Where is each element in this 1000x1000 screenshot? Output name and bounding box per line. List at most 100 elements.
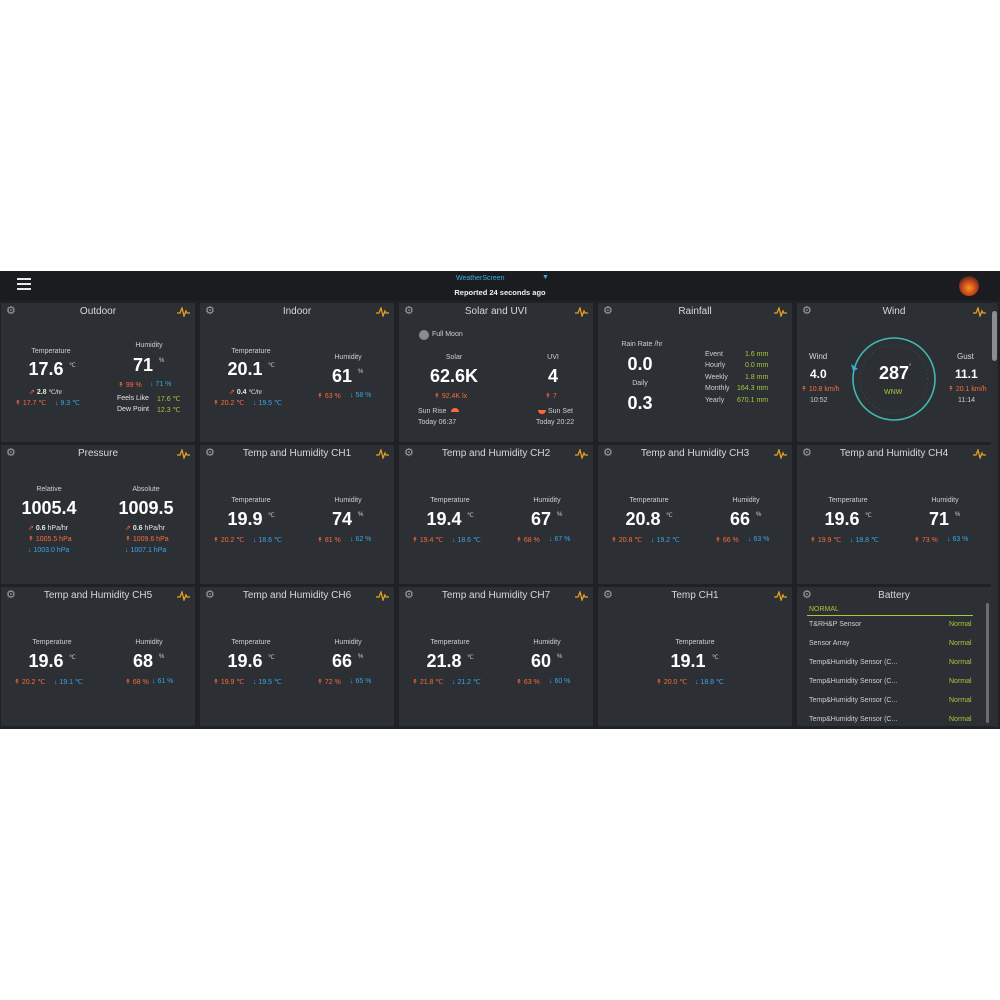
temp-trend: ⇗ 2.8 ℃/hr (29, 389, 63, 396)
temp-high: ↟ 20.8 ℃ (611, 537, 643, 544)
pulse-icon[interactable] (774, 591, 787, 601)
humidity-low: ↓ 71 % (150, 381, 172, 388)
sunrise-icon (451, 408, 459, 412)
temp-label: Temperature (32, 639, 72, 646)
daily-label: Daily (632, 380, 648, 387)
card-title: Temp and Humidity CH4 (839, 448, 949, 459)
wind-high-time: 10:52 (810, 397, 828, 404)
pulse-icon[interactable] (575, 449, 588, 459)
humidity-high: ↟ 66 % (715, 537, 739, 544)
rain-row-value: 164.3 mm (737, 385, 769, 392)
temp-low: ↓ 19.1 ℃ (54, 679, 83, 686)
chevron-down-icon[interactable]: ▼ (542, 274, 549, 281)
humidity-label: Humidity (135, 639, 163, 646)
gust-label: Gust (957, 352, 974, 361)
humidity-unit: % (358, 654, 364, 660)
temp-label: Temperature (231, 639, 271, 646)
channel-card-ch3: ⚙ Temp and Humidity CH3 Temperature 20.8… (598, 445, 792, 584)
humidity-unit: % (557, 654, 563, 660)
pulse-icon[interactable] (376, 591, 389, 601)
temp-high: ↟ 20.0 ℃ (656, 679, 688, 686)
humidity-label: Humidity (135, 342, 163, 349)
humidity-low: ↓ 62 % (350, 536, 372, 543)
wind-direction: 287 (878, 363, 910, 383)
rainfall-card: ⚙ Rainfall Rain Rate /hr 0.0 Daily 0.3 E… (598, 303, 792, 442)
rain-row-value: 1.8 mm (745, 374, 769, 381)
card-title: Wind (882, 306, 906, 317)
card-title: Temp and Humidity CH5 (43, 590, 153, 601)
pulse-icon[interactable] (774, 307, 787, 317)
channel-card-ch7: ⚙ Temp and Humidity CH7 Temperature 21.8… (399, 587, 593, 726)
card-title: Rainfall (678, 306, 712, 317)
humidity-high: ↟ 68 % (516, 537, 540, 544)
temp-unit: ℃ (268, 655, 275, 661)
temp-low: ↓ 18.8 ℃ (850, 537, 879, 544)
relative-trend: ⇗ 0.6 hPa/hr (28, 525, 69, 532)
temp-label: Temperature (231, 348, 271, 355)
temp-value: 17.6 (28, 359, 64, 379)
humidity-low: ↓ 61 % (152, 678, 174, 685)
temp-value: 19.4 (426, 509, 462, 529)
pulse-icon[interactable] (973, 307, 986, 317)
solar-uvi-card: ⚙ Solar and UVI Full Moon Solar 62.6K ↟ … (399, 303, 593, 442)
page-scrollbar[interactable] (991, 303, 998, 727)
humidity-high: ↟ 81 % (317, 537, 341, 544)
pulse-icon[interactable] (973, 449, 986, 459)
relative-value: 1005.4 (21, 498, 77, 518)
humidity-label: Humidity (334, 497, 362, 504)
feels-like-label: Feels Like (117, 395, 149, 402)
temp-unit: ℃ (268, 513, 275, 519)
page-scrollbar-thumb[interactable] (992, 311, 997, 361)
battery-sensor-status: Normal (949, 678, 972, 685)
trend-icon: ⇗ (28, 525, 34, 532)
temp-low: ↓ 9.3 ℃ (55, 400, 80, 407)
pulse-icon[interactable] (177, 307, 190, 317)
temp-low: ↓ 21.2 ℃ (452, 679, 481, 686)
card-title: Temp and Humidity CH1 (242, 448, 352, 459)
temp-low: ↓ 19.5 ℃ (253, 400, 282, 407)
station-selector[interactable]: WeatherScreen (456, 275, 505, 282)
battery-scrollbar[interactable] (986, 603, 989, 723)
pulse-icon[interactable] (376, 307, 389, 317)
humidity-high: ↟ 63 % (317, 393, 341, 400)
humidity-high: ↟ 68 % (125, 679, 149, 686)
humidity-label: Humidity (931, 497, 959, 504)
temp-unit: ℃ (69, 655, 76, 661)
pulse-icon[interactable] (177, 591, 190, 601)
pulse-icon[interactable] (376, 449, 389, 459)
card-title: Temp CH1 (671, 590, 719, 601)
battery-sensor-name: Temp&Humidity Sensor (C... (809, 716, 898, 723)
channel-card-ch5: ⚙ Temp and Humidity CH5 Temperature 19.6… (1, 587, 195, 726)
battery-sensor-status: Normal (949, 716, 972, 723)
temp-high: ↟ 19.9 ℃ (213, 679, 245, 686)
reported-status: Reported 24 seconds ago (454, 288, 546, 297)
pulse-icon[interactable] (575, 591, 588, 601)
avatar[interactable] (959, 276, 979, 296)
pulse-icon[interactable] (177, 449, 190, 459)
temp-low: ↓ 18.6 ℃ (452, 537, 481, 544)
sunset-label: Sun Set (548, 408, 573, 415)
sunrise-time: Today 06:37 (418, 419, 457, 426)
pulse-icon[interactable] (575, 307, 588, 317)
humidity-low: ↓ 65 % (350, 678, 372, 685)
temp-value: 19.6 (824, 509, 860, 529)
temp-high: ↟ 19.4 ℃ (412, 537, 444, 544)
humidity-high: ↟ 72 % (317, 679, 341, 686)
battery-sensor-name: T&RH&P Sensor (809, 621, 862, 628)
sunrise-label: Sun Rise (418, 408, 447, 415)
gust-speed: 11.1 (955, 367, 978, 381)
rain-row-label: Yearly (705, 397, 725, 404)
humidity-unit: % (358, 369, 364, 375)
wind-label: Wind (809, 352, 828, 361)
rain-row-label: Event (705, 351, 723, 358)
solar-high: ↟ 92.4K lx (434, 393, 468, 400)
pulse-icon[interactable] (774, 449, 787, 459)
feels-like-value: 17.6 ℃ (157, 396, 181, 403)
humidity-unit: % (756, 512, 762, 518)
temp-value: 20.8 (625, 509, 661, 529)
temp-value: 21.8 (426, 651, 462, 671)
temp-value: 20.1 (227, 359, 263, 379)
humidity-unit: % (159, 358, 165, 364)
rain-row-value: 670.1 mm (737, 397, 769, 404)
humidity-unit: % (557, 512, 563, 518)
